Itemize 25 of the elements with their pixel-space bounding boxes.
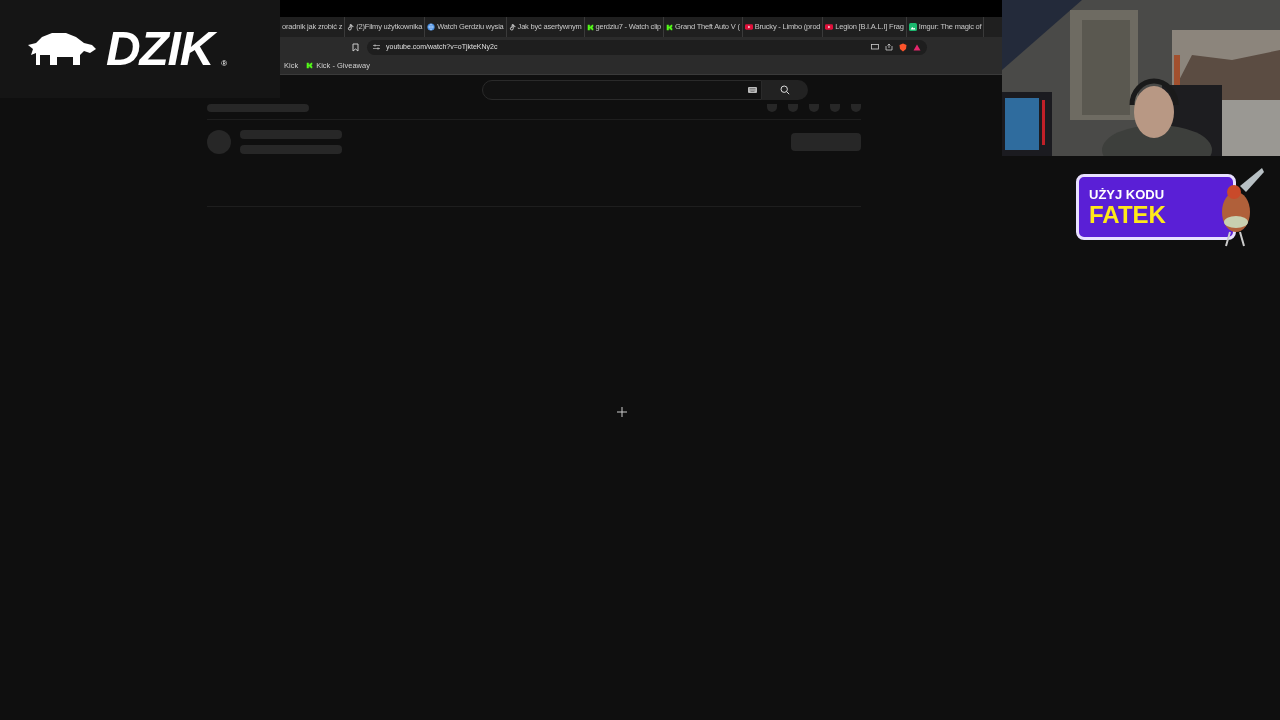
skeleton-avatar <box>207 130 231 154</box>
crosshair-cursor-icon <box>617 407 627 417</box>
note-icon <box>347 23 355 31</box>
share-icon[interactable] <box>885 43 893 51</box>
globe-icon <box>427 23 436 31</box>
image-icon <box>908 23 917 31</box>
play-icon <box>744 24 753 30</box>
keyboard-icon[interactable] <box>748 86 757 93</box>
bookmark-icon[interactable] <box>352 42 359 52</box>
search-button[interactable] <box>762 79 808 100</box>
shield-icon[interactable] <box>899 42 907 52</box>
registered-mark: ® <box>221 58 228 70</box>
note-icon <box>508 23 516 31</box>
play-icon <box>825 24 834 30</box>
triangle-icon[interactable] <box>913 43 921 51</box>
k-icon <box>586 23 594 31</box>
tune-icon <box>373 44 380 50</box>
search-icon <box>780 84 790 95</box>
promo-text: UŻYJ KODU <box>1089 187 1166 201</box>
k-icon <box>306 62 314 69</box>
promo-code: FATEK <box>1089 202 1167 227</box>
screen-icon[interactable] <box>871 44 879 50</box>
k-icon <box>666 23 674 31</box>
search-field[interactable] <box>482 79 762 100</box>
boar-icon <box>26 31 98 67</box>
